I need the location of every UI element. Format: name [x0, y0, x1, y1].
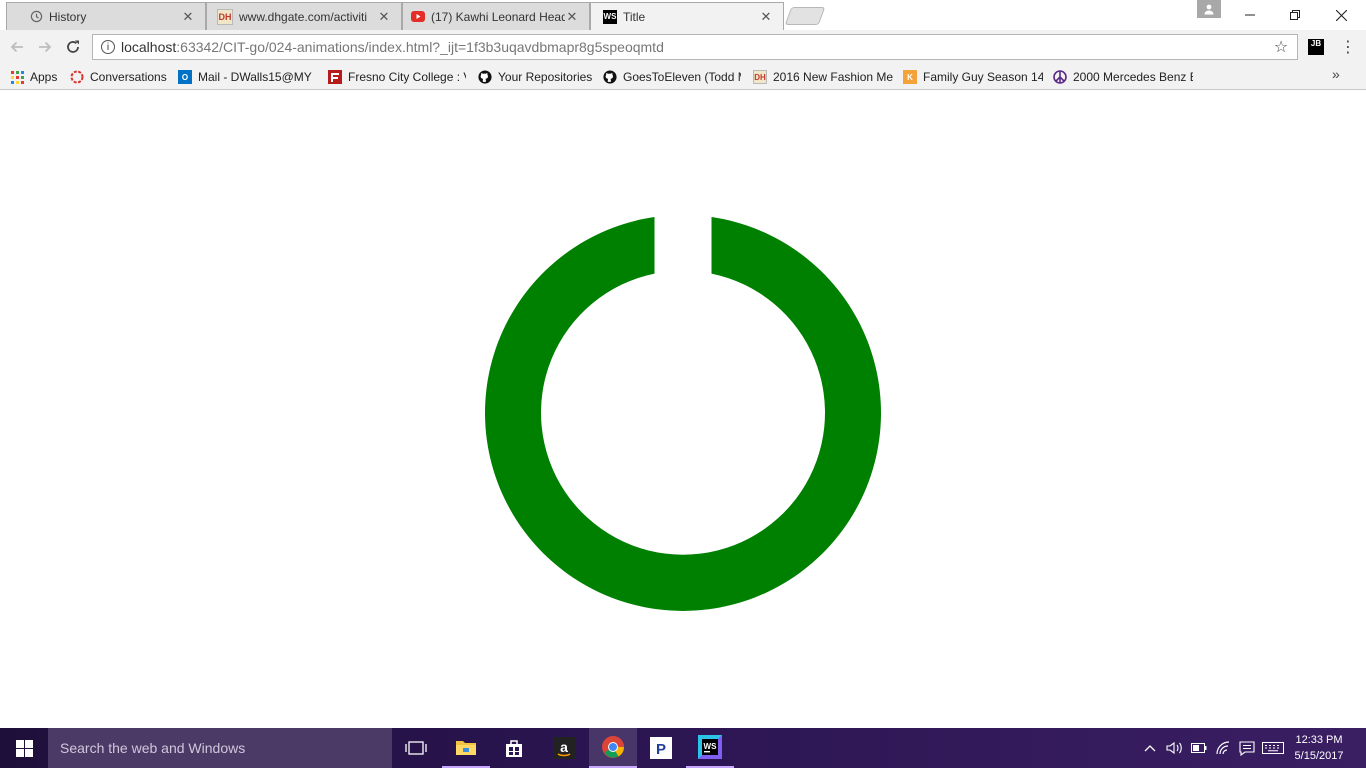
- webstorm-icon: WS: [603, 9, 617, 24]
- folder-icon: [456, 741, 476, 755]
- action-center-icon[interactable]: [1236, 728, 1258, 768]
- conversations-icon: [70, 70, 84, 84]
- close-icon[interactable]: ✕: [759, 9, 773, 25]
- bookmark-label: 2000 Mercedes Benz E: [1073, 70, 1193, 84]
- search-placeholder: Search the web and Windows: [60, 740, 246, 756]
- close-icon[interactable]: ✕: [565, 9, 579, 25]
- new-tab-button[interactable]: [784, 7, 826, 25]
- bookmark-label: Apps: [30, 70, 58, 84]
- bookmark-label: Family Guy Season 14: [923, 70, 1043, 84]
- bookmarks-bar: Apps Conversations O Mail - DWalls15@MY …: [0, 64, 1366, 90]
- bookmark-conversations[interactable]: Conversations: [70, 68, 170, 86]
- tab-title: Title: [623, 9, 646, 24]
- webstorm-button[interactable]: WS: [686, 728, 734, 768]
- address-bar[interactable]: i localhost:63342/CIT-go/024-animations/…: [92, 34, 1298, 60]
- bookmark-star-icon[interactable]: ☆: [1271, 37, 1291, 57]
- battery-icon[interactable]: [1188, 728, 1210, 768]
- svg-text:P: P: [656, 741, 666, 758]
- chrome-icon: [602, 736, 624, 758]
- bookmark-label: GoesToEleven (Todd M: [623, 70, 741, 84]
- tab-history[interactable]: History ✕: [6, 2, 206, 30]
- url-host: localhost: [121, 39, 177, 55]
- keyboard-icon[interactable]: [1260, 728, 1286, 768]
- chrome-button[interactable]: [589, 728, 637, 768]
- svg-text:a: a: [560, 739, 568, 755]
- url-path: :63342/CIT-go/024-animations/index.html?…: [176, 39, 664, 55]
- bookmark-fashion[interactable]: DH 2016 New Fashion Me: [753, 68, 893, 86]
- reload-button[interactable]: [64, 38, 82, 56]
- tab-title: (17) Kawhi Leonard Head: [431, 9, 565, 24]
- pandora-icon: P: [650, 737, 672, 759]
- tab-title-active[interactable]: WS Title ✕: [590, 2, 784, 30]
- bookmark-family-guy[interactable]: K Family Guy Season 14: [903, 68, 1043, 86]
- amazon-button[interactable]: a: [540, 728, 588, 768]
- forward-button[interactable]: [36, 38, 54, 56]
- taskbar-search-box[interactable]: Search the web and Windows: [48, 728, 392, 768]
- bookmark-fresno-college[interactable]: Fresno City College : V: [328, 68, 466, 86]
- bookmarks-overflow-icon[interactable]: »: [1332, 66, 1340, 82]
- peace-icon: [1053, 70, 1067, 84]
- file-explorer-button[interactable]: [442, 728, 490, 768]
- tray-overflow-icon[interactable]: [1140, 728, 1160, 768]
- clock-time: 12:33 PM: [1295, 734, 1343, 746]
- fresno-college-icon: [328, 70, 342, 84]
- outlook-icon: O: [178, 70, 192, 84]
- webstorm-icon: WS: [698, 735, 722, 759]
- close-icon[interactable]: ✕: [181, 9, 195, 25]
- bookmark-apps[interactable]: Apps: [10, 68, 66, 86]
- profile-icon[interactable]: [1197, 0, 1221, 18]
- close-window-button[interactable]: [1318, 0, 1364, 30]
- bookmark-mercedes[interactable]: 2000 Mercedes Benz E: [1053, 68, 1193, 86]
- bookmark-label: 2016 New Fashion Me: [773, 70, 893, 84]
- volume-icon[interactable]: [1164, 728, 1186, 768]
- tab-youtube[interactable]: (17) Kawhi Leonard Head ✕: [402, 2, 590, 30]
- bookmark-label: Your Repositories: [498, 70, 593, 84]
- system-clock[interactable]: 12:33 PM 5/15/2017: [1284, 728, 1354, 768]
- clock-date: 5/15/2017: [1294, 750, 1344, 762]
- restore-button[interactable]: [1272, 0, 1318, 30]
- bookmark-mail[interactable]: O Mail - DWalls15@MY: [178, 68, 318, 86]
- tab-title: History: [49, 9, 87, 24]
- windows-taskbar: Search the web and Windows a P WS 12:33 …: [0, 728, 1366, 768]
- back-button[interactable]: [8, 38, 26, 56]
- tab-dhgate[interactable]: DH www.dhgate.com/activiti ✕: [206, 2, 402, 30]
- dhgate-icon: DH: [753, 70, 767, 84]
- windows-start-button[interactable]: [0, 728, 48, 768]
- windows-logo-icon: [15, 739, 33, 757]
- history-icon: [29, 10, 43, 24]
- close-icon[interactable]: ✕: [377, 9, 391, 25]
- github-icon: [478, 70, 492, 84]
- chrome-menu-icon[interactable]: ⋮: [1340, 38, 1356, 56]
- task-view-icon: [405, 741, 427, 755]
- jetbrains-extension-icon[interactable]: JB: [1308, 39, 1324, 55]
- task-view-button[interactable]: [392, 728, 440, 768]
- bookmark-label: Mail - DWalls15@MY: [198, 70, 312, 84]
- power-ring-graphic: [484, 217, 881, 611]
- k-icon: K: [903, 70, 917, 84]
- url-text[interactable]: localhost:63342/CIT-go/024-animations/in…: [121, 39, 1271, 55]
- bookmark-goestoeleven[interactable]: GoesToEleven (Todd M: [603, 68, 741, 86]
- minimize-button[interactable]: [1227, 0, 1273, 30]
- tab-strip: History ✕ DH www.dhgate.com/activiti ✕ (…: [0, 0, 1366, 30]
- green-ring: [484, 217, 881, 611]
- bookmark-label: Fresno City College : V: [348, 70, 466, 84]
- github-icon: [603, 70, 617, 84]
- youtube-icon: [411, 10, 425, 24]
- dhgate-icon: DH: [217, 8, 233, 25]
- tab-title: www.dhgate.com/activiti: [239, 9, 368, 24]
- store-button[interactable]: [490, 728, 538, 768]
- bookmark-your-repositories[interactable]: Your Repositories: [478, 68, 594, 86]
- info-icon[interactable]: i: [101, 40, 115, 54]
- wifi-icon[interactable]: [1212, 728, 1234, 768]
- pandora-button[interactable]: P: [637, 728, 685, 768]
- store-icon: [506, 740, 522, 757]
- amazon-icon: a: [553, 737, 575, 759]
- apps-grid-icon: [10, 70, 24, 84]
- bookmark-label: Conversations: [90, 70, 167, 84]
- svg-text:WS: WS: [704, 742, 718, 751]
- page-content: [0, 90, 1366, 728]
